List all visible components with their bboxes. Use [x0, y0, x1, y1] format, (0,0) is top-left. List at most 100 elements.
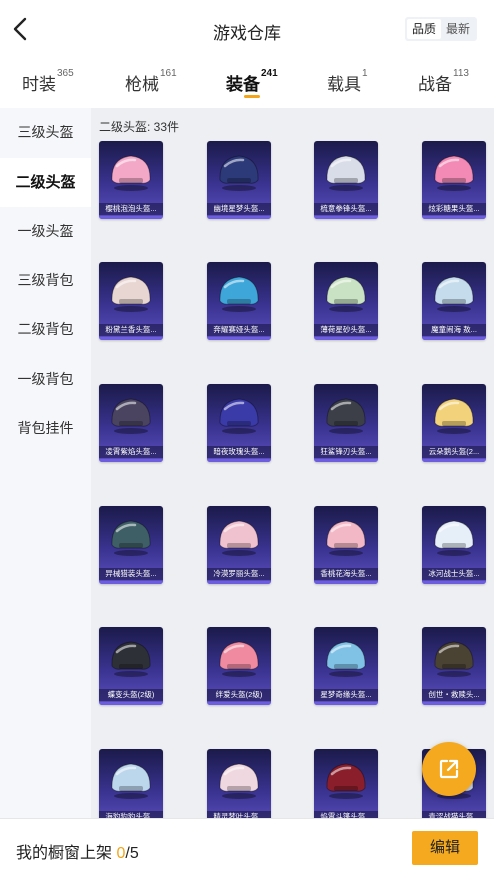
sidebar: 三级头盔 二级头盔 一级头盔 三级背包 二级背包 一级背包 背包挂件 [0, 108, 91, 818]
helmet-item-card[interactable]: 焰霄斗篷头盔... [314, 749, 378, 818]
helmet-image [111, 520, 151, 556]
item-name: 梳意拳锋头盔... [314, 203, 378, 215]
helmet-image [219, 520, 259, 556]
showcase-bar: 我的橱窗上架 0/5 编辑 [0, 818, 494, 875]
item-name: 奔耀赛娅头盔... [207, 324, 271, 336]
sort-quality-button[interactable]: 品质 [407, 19, 441, 39]
helmet-item-card[interactable]: 炫彩糖果头盔... [422, 141, 486, 219]
helmet-image [326, 641, 366, 677]
helmet-image [434, 398, 474, 434]
helmet-item-card[interactable]: 精灵梦叶头盔... [207, 749, 271, 818]
helmet-item-card[interactable]: 星梦奇缘头盔... [314, 627, 378, 705]
helmet-item-card[interactable]: 创世・救赎头... [422, 627, 486, 705]
helmet-image [434, 520, 474, 556]
helmet-image [326, 520, 366, 556]
item-name: 云朵鹅头盔(2... [422, 446, 486, 458]
share-external-icon [439, 759, 459, 779]
helmet-image [434, 155, 474, 191]
item-name: 魔童闹海 敖... [422, 324, 486, 336]
helmet-item-card[interactable]: 冰河战士头盔... [422, 506, 486, 584]
sidebar-item-backpack-charm[interactable]: 背包挂件 [0, 404, 91, 453]
tab-label: 战备 [418, 75, 452, 94]
tab-count: 241 [261, 68, 278, 79]
edit-button[interactable]: 编辑 [412, 831, 478, 865]
item-name: 香桃花海头盔... [314, 568, 378, 580]
sidebar-item-level2-helmet[interactable]: 二级头盔 [0, 158, 91, 207]
helmet-item-card[interactable]: 香桃花海头盔... [314, 506, 378, 584]
tab-guns[interactable]: 枪械161 [125, 68, 177, 95]
item-name: 焰霄斗篷头盔... [314, 811, 378, 818]
item-name: 绊爱头盔(2级) [207, 689, 271, 701]
helmet-image [111, 276, 151, 312]
header: 游戏仓库 品质 最新 [0, 0, 494, 58]
item-name: 凌霄紫焰头盔... [99, 446, 163, 458]
item-name: 海豹豹豹头盔... [99, 811, 163, 818]
helmet-image [326, 398, 366, 434]
tab-count: 113 [453, 68, 469, 79]
sidebar-item-level2-backpack[interactable]: 二级背包 [0, 305, 91, 354]
helmet-item-card[interactable]: 冷漠罗丽头盔... [207, 506, 271, 584]
helmet-item-card[interactable]: 魔童闹海 敖... [422, 262, 486, 340]
helmet-item-card[interactable]: 云朵鹅头盔(2... [422, 384, 486, 462]
tab-count: 161 [160, 68, 177, 79]
helmet-image [326, 155, 366, 191]
item-grid-area: 二级头盔: 33件 樱桃泡泡头盔... 幽境星梦头盔... 梳意拳锋头盔... 炫彩糖… [91, 108, 494, 818]
helmet-item-card[interactable]: 樱桃泡泡头盔... [99, 141, 163, 219]
helmet-image [219, 155, 259, 191]
helmet-image [111, 641, 151, 677]
helmet-item-card[interactable]: 蝶变头盔(2级) [99, 627, 163, 705]
category-tabs: 时装365 枪械161 装备241 载具1 战备113 [0, 58, 494, 106]
section-count: 二级头盔: 33件 [99, 120, 180, 134]
helmet-item-card[interactable]: 梳意拳锋头盔... [314, 141, 378, 219]
helmet-item-card[interactable]: 异械猎装头盔... [99, 506, 163, 584]
tab-count: 1 [362, 68, 368, 79]
tab-count: 365 [57, 68, 74, 79]
tab-fashion[interactable]: 时装365 [22, 68, 74, 95]
helmet-image [326, 763, 366, 799]
showcase-total: /5 [125, 845, 139, 862]
helmet-image [219, 276, 259, 312]
item-name: 蝶变头盔(2级) [99, 689, 163, 701]
showcase-label: 我的橱窗上架 [16, 845, 113, 862]
helmet-item-card[interactable]: 薄荷星砂头盔... [314, 262, 378, 340]
helmet-item-card[interactable]: 幽境星梦头盔... [207, 141, 271, 219]
helmet-image [434, 641, 474, 677]
active-tab-indicator [244, 95, 260, 98]
helmet-image [111, 155, 151, 191]
sidebar-item-level3-backpack[interactable]: 三级背包 [0, 256, 91, 305]
helmet-image [219, 641, 259, 677]
showcase-status: 我的橱窗上架 0/5 [16, 839, 139, 863]
tab-label: 装备 [226, 75, 260, 94]
sidebar-item-level3-helmet[interactable]: 三级头盔 [0, 108, 91, 157]
item-name: 狂鲨锋刃头盔... [314, 446, 378, 458]
item-name: 创世・救赎头... [422, 689, 486, 701]
item-name: 精灵梦叶头盔... [207, 811, 271, 818]
tab-equipment[interactable]: 装备241 [226, 68, 278, 95]
tab-label: 时装 [22, 75, 56, 94]
sidebar-item-level1-backpack[interactable]: 一级背包 [0, 355, 91, 404]
item-name: 樱桃泡泡头盔... [99, 203, 163, 215]
item-name: 异械猎装头盔... [99, 568, 163, 580]
item-name: 星梦奇缘头盔... [314, 689, 378, 701]
helmet-item-card[interactable]: 海豹豹豹头盔... [99, 749, 163, 818]
item-name: 青涩战猫头盔... [422, 811, 486, 818]
helmet-item-card[interactable]: 暗夜玫瑰头盔... [207, 384, 271, 462]
helmet-item-card[interactable]: 粉黛兰香头盔... [99, 262, 163, 340]
sort-latest-button[interactable]: 最新 [441, 19, 475, 39]
tab-vehicles[interactable]: 载具1 [327, 68, 368, 95]
share-button[interactable] [422, 742, 476, 796]
helmet-image [111, 398, 151, 434]
tab-label: 枪械 [125, 75, 159, 94]
helmet-item-card[interactable]: 绊爱头盔(2级) [207, 627, 271, 705]
sidebar-item-level1-helmet[interactable]: 一级头盔 [0, 207, 91, 256]
item-name: 幽境星梦头盔... [207, 203, 271, 215]
tab-label: 载具 [327, 75, 361, 94]
tab-supplies[interactable]: 战备113 [418, 68, 469, 95]
item-name: 炫彩糖果头盔... [422, 203, 486, 215]
sort-toggle: 品质 最新 [405, 17, 477, 41]
item-name: 粉黛兰香头盔... [99, 324, 163, 336]
helmet-item-card[interactable]: 凌霄紫焰头盔... [99, 384, 163, 462]
item-name: 薄荷星砂头盔... [314, 324, 378, 336]
helmet-item-card[interactable]: 狂鲨锋刃头盔... [314, 384, 378, 462]
helmet-item-card[interactable]: 奔耀赛娅头盔... [207, 262, 271, 340]
